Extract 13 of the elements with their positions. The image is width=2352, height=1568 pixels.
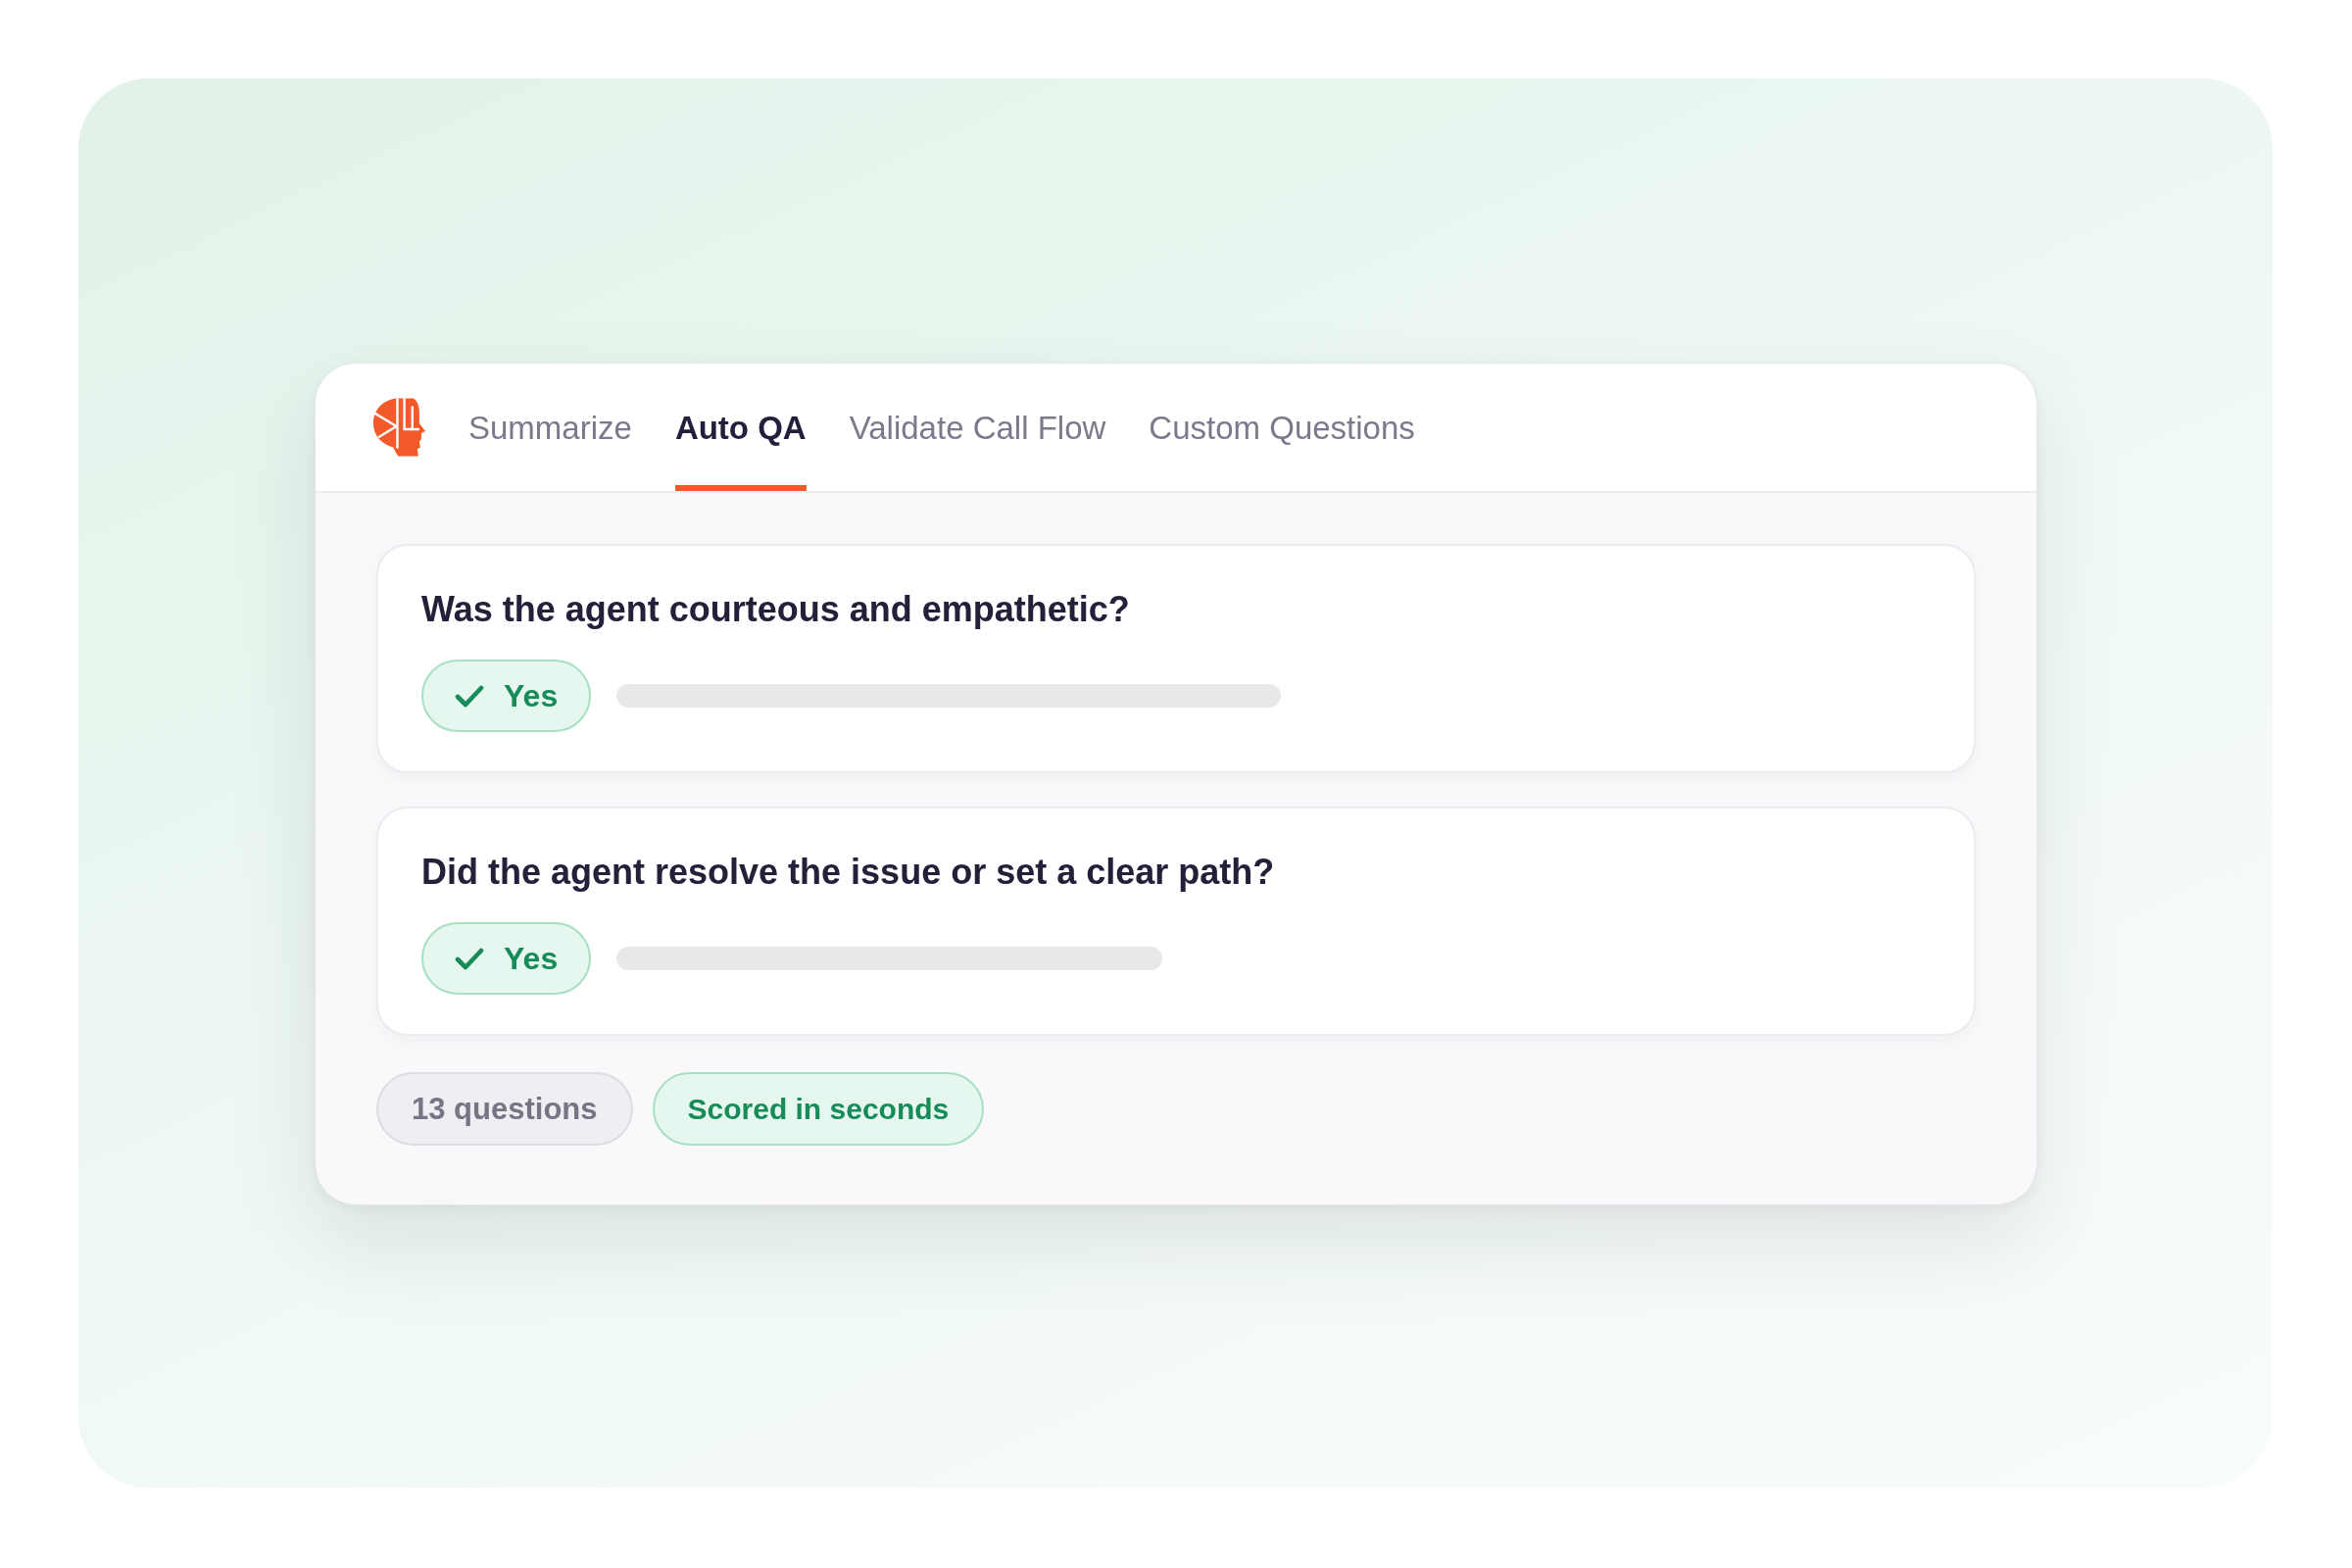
check-icon: [455, 947, 484, 970]
nav-tab[interactable]: Custom Questions: [1149, 364, 1415, 491]
question-text: Was the agent courteous and empathetic?: [421, 588, 1131, 631]
answer-label: Yes: [504, 943, 559, 975]
status-tag: Scored in seconds: [652, 1072, 985, 1147]
nav-tab[interactable]: Summarize: [468, 364, 632, 491]
check-icon: [455, 684, 484, 708]
nav-tab[interactable]: Auto QA: [674, 364, 807, 491]
answer-label: Yes: [504, 680, 559, 712]
head-logo-icon: [373, 398, 425, 457]
question-text: Did the agent resolve the issue or set a clear path?: [421, 851, 1276, 894]
count-tag: 13 questions: [376, 1072, 633, 1147]
nav-tab[interactable]: Validate Call Flow: [849, 364, 1106, 491]
